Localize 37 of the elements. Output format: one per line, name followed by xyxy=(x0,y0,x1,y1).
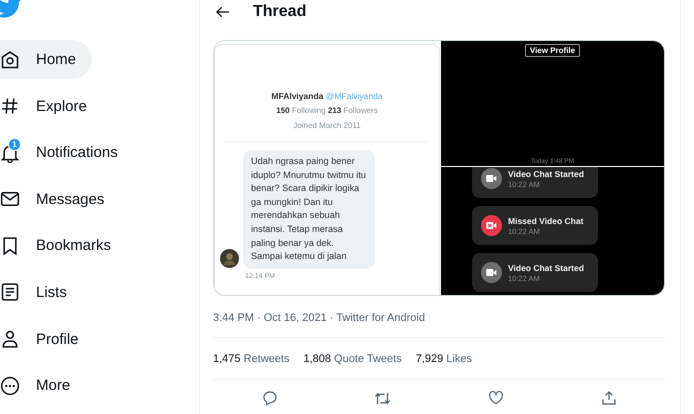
video-camera-icon xyxy=(481,168,502,189)
engagement-stat[interactable]: 7,929 Likes xyxy=(416,352,472,364)
nav-item[interactable]: Home xyxy=(0,40,92,79)
nav-item[interactable]: Explore xyxy=(0,86,103,126)
nav-item[interactable]: Profile xyxy=(0,320,95,359)
nav-item[interactable]: Lists xyxy=(0,272,83,312)
tweet-timestamp: 3:44 PM · Oct 16, 2021 · Twitter for Android xyxy=(213,312,665,338)
heart-icon[interactable] xyxy=(488,390,504,406)
video-camera-icon xyxy=(481,262,502,283)
avatar-icon xyxy=(220,248,239,268)
call-title: Missed Video Chat xyxy=(508,216,584,226)
profile-name: MFAlviyanda xyxy=(271,91,324,101)
home-icon xyxy=(0,50,20,70)
nav-item[interactable]: 1 Notifications xyxy=(0,133,134,172)
profile-handle: @MFalviyanda xyxy=(326,91,383,101)
joined-date: Joined March 2011 xyxy=(292,121,362,130)
engagement-stat[interactable]: 1,808 Quote Tweets xyxy=(303,352,402,364)
reply-icon[interactable] xyxy=(262,390,278,406)
notification-badge: 1 xyxy=(8,138,21,151)
back-arrow-icon[interactable] xyxy=(215,4,231,20)
follow-counts: 150 Following 213 Followers xyxy=(275,106,379,115)
engagement-stat[interactable]: 1,475 Retweets xyxy=(213,352,290,364)
hashtag-icon xyxy=(0,96,20,116)
list-icon xyxy=(0,282,20,302)
message-bubble: Udah ngrasa paing bener iduplo? Mnurutmu twitmu itu benar? Scara dipikir logika ga mungkin! Dan itu merendahkan sebuah instansi. Tetap merasa paling benar ya dek. Sampai ketemu di jalan xyxy=(243,150,375,269)
view-profile-button: View Profile xyxy=(524,44,580,57)
nav-item[interactable]: More xyxy=(0,366,86,406)
call-title: Video Chat Started xyxy=(508,262,584,272)
nav-item[interactable]: Messages xyxy=(0,180,120,219)
missed-video-icon xyxy=(481,215,502,236)
dm-screenshot[interactable] xyxy=(214,41,441,295)
more-icon xyxy=(0,376,20,396)
call-title: Video Chat Started xyxy=(508,168,584,178)
share-icon[interactable] xyxy=(600,390,616,406)
page-title: Thread xyxy=(253,3,306,21)
person-icon xyxy=(0,329,20,350)
nav-item[interactable]: Bookmarks xyxy=(0,226,128,266)
